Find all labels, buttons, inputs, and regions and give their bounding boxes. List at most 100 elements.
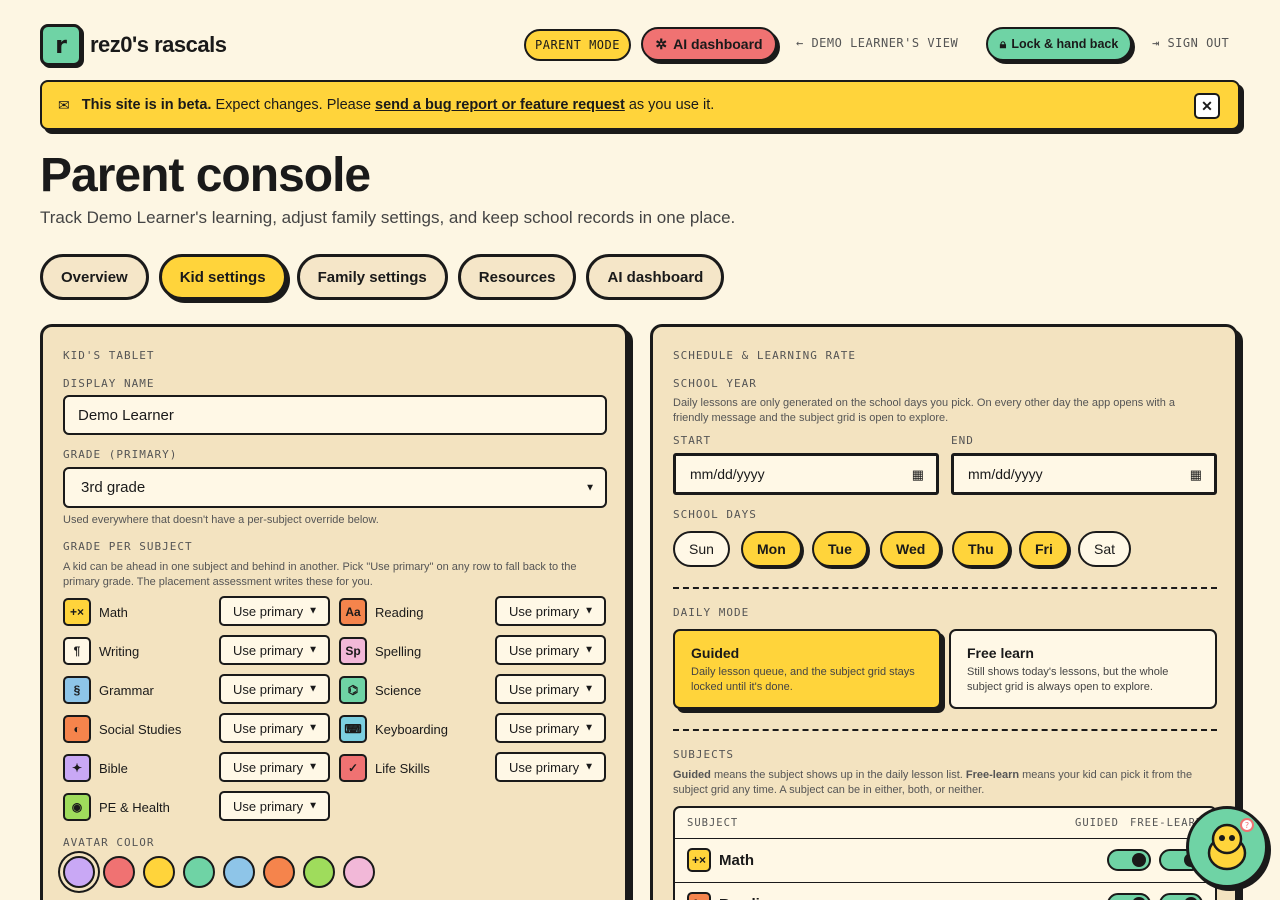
lock-hand-back-button[interactable]: 🔒︎ Lock & hand back bbox=[986, 27, 1132, 61]
beta-banner: ✉ This site is in beta. Expect changes. … bbox=[40, 80, 1240, 130]
daily-mode-label: DAILY MODE bbox=[673, 606, 750, 619]
calendar-icon[interactable]: ▦ bbox=[912, 467, 924, 483]
day-toggle-wed[interactable]: Wed bbox=[880, 531, 942, 567]
avatar-color-swatch[interactable] bbox=[343, 856, 375, 888]
start-label: START bbox=[673, 434, 712, 447]
avatar-color-swatch[interactable] bbox=[103, 856, 135, 888]
subject-grade-select[interactable]: Use primary ▼ bbox=[495, 596, 606, 626]
bug-report-link[interactable]: send a bug report or feature request bbox=[375, 97, 625, 113]
subject-icon: ◐ bbox=[63, 715, 91, 743]
subject-column-header: SUBJECT bbox=[687, 817, 739, 829]
subject-grade-select[interactable]: Use primary ▼ bbox=[219, 635, 330, 665]
subject-grade-row: +× Math bbox=[63, 597, 128, 627]
start-date-input[interactable]: mm/dd/yyyy ▦ bbox=[673, 453, 939, 495]
subject-grade-value: Use primary bbox=[509, 720, 580, 736]
mode-title: Guided bbox=[691, 645, 740, 661]
mode-description: Still shows today's lessons, but the who… bbox=[967, 666, 1169, 693]
subject-name: Spelling bbox=[375, 643, 422, 659]
mode-card-guided[interactable]: Guided Daily lesson queue, and the subjec… bbox=[673, 629, 941, 709]
learner-view-link[interactable]: ← DEMO LEARNER'S VIEW bbox=[796, 36, 958, 50]
sign-out-link[interactable]: ⇥ SIGN OUT bbox=[1152, 36, 1229, 50]
subject-name: PE & Health bbox=[99, 799, 170, 815]
guided-column-header: GUIDED bbox=[1075, 817, 1119, 829]
tab-resources[interactable]: Resources bbox=[457, 254, 577, 300]
subject-name: Life Skills bbox=[375, 760, 430, 776]
subject-name: Math bbox=[99, 604, 128, 620]
chevron-down-icon: ▼ bbox=[584, 722, 594, 734]
grade-select[interactable]: 3rd grade ▼ bbox=[63, 467, 607, 508]
avatar-color-swatch[interactable] bbox=[303, 856, 335, 888]
day-toggle-thu[interactable]: Thu bbox=[952, 531, 1010, 567]
close-icon[interactable]: ✕ bbox=[1194, 93, 1220, 119]
avatar-color-swatch[interactable] bbox=[183, 856, 215, 888]
school-year-help: Daily lessons are only generated on the … bbox=[673, 397, 1176, 424]
ai-dashboard-button[interactable]: ✲ AI dashboard bbox=[641, 27, 777, 61]
subject-icon: Aa bbox=[687, 892, 711, 900]
subject-grade-value: Use primary bbox=[509, 681, 580, 697]
subject-grade-select[interactable]: Use primary ▼ bbox=[219, 713, 330, 743]
avatar-color-swatch[interactable] bbox=[63, 856, 95, 888]
guided-term: Guided bbox=[673, 769, 711, 781]
subject-grade-select[interactable]: Use primary ▼ bbox=[219, 674, 330, 704]
avatar-color-swatch[interactable] bbox=[263, 856, 295, 888]
tab-family-settings[interactable]: Family settings bbox=[296, 254, 448, 300]
subject-name: Reading bbox=[375, 604, 424, 620]
avatar-color-swatch[interactable] bbox=[223, 856, 255, 888]
section-title: KID'S TABLET bbox=[63, 349, 155, 362]
subject-grade-select[interactable]: Use primary ▼ bbox=[219, 791, 330, 821]
chevron-down-icon: ▼ bbox=[584, 683, 594, 695]
day-toggle-tue[interactable]: Tue bbox=[812, 531, 868, 567]
subject-name: Writing bbox=[99, 643, 140, 659]
subject-grade-select[interactable]: Use primary ▼ bbox=[495, 713, 606, 743]
display-name-label: DISPLAY NAME bbox=[63, 377, 155, 390]
mascot-helper-button[interactable]: ? bbox=[1186, 806, 1268, 888]
chevron-down-icon: ▼ bbox=[308, 644, 318, 656]
day-toggle-sun[interactable]: Sun bbox=[673, 531, 730, 567]
subjects-table: SUBJECT GUIDED FREE-LEARN +×MathAaReadin… bbox=[673, 806, 1217, 900]
brand-name[interactable]: rez0's rascals bbox=[90, 32, 227, 58]
subject-grade-value: Use primary bbox=[233, 798, 304, 814]
grade-label: GRADE (PRIMARY) bbox=[63, 448, 178, 461]
beta-bold: This site is in beta. bbox=[81, 97, 212, 113]
day-toggle-sat[interactable]: Sat bbox=[1078, 531, 1132, 567]
subject-icon: ✓ bbox=[339, 754, 367, 782]
day-toggle-mon[interactable]: Mon bbox=[741, 531, 802, 567]
free-learn-toggle[interactable] bbox=[1159, 893, 1203, 900]
tab-overview[interactable]: Overview bbox=[40, 254, 149, 300]
subject-grade-select[interactable]: Use primary ▼ bbox=[219, 596, 330, 626]
guided-toggle[interactable] bbox=[1107, 849, 1151, 871]
day-toggle-fri[interactable]: Fri bbox=[1019, 531, 1069, 567]
mode-card-free-learn[interactable]: Free learn Still shows today's lessons, b… bbox=[949, 629, 1217, 709]
page-title: Parent console bbox=[40, 149, 371, 202]
guided-toggle[interactable] bbox=[1107, 893, 1151, 900]
chevron-down-icon: ▼ bbox=[308, 722, 318, 734]
per-subject-help: A kid can be ahead in one subject and be… bbox=[63, 561, 577, 588]
subject-grade-select[interactable]: Use primary ▼ bbox=[495, 635, 606, 665]
avatar-color-label: AVATAR COLOR bbox=[63, 836, 155, 849]
subject-grade-select[interactable]: Use primary ▼ bbox=[495, 674, 606, 704]
subject-icon: +× bbox=[63, 598, 91, 626]
subject-grade-select[interactable]: Use primary ▼ bbox=[219, 752, 330, 782]
sparkle-icon: ✲ bbox=[655, 35, 668, 52]
logo-icon[interactable]: r bbox=[40, 24, 82, 66]
subject-grade-value: Use primary bbox=[233, 759, 304, 775]
mode-title: Free learn bbox=[967, 645, 1034, 661]
end-label: END bbox=[951, 434, 974, 447]
subject-grade-row: ⌬ Science bbox=[339, 675, 421, 705]
subject-name: Math bbox=[719, 852, 754, 869]
avatar-color-swatch[interactable] bbox=[143, 856, 175, 888]
ai-dashboard-label: AI dashboard bbox=[673, 36, 763, 52]
subject-icon: ◉ bbox=[63, 793, 91, 821]
chevron-down-icon: ▼ bbox=[308, 605, 318, 617]
subject-name: Grammar bbox=[99, 682, 154, 698]
subject-icon: ⌨ bbox=[339, 715, 367, 743]
display-name-input[interactable]: Demo Learner bbox=[63, 395, 607, 435]
end-date-input[interactable]: mm/dd/yyyy ▦ bbox=[951, 453, 1217, 495]
subject-grade-select[interactable]: Use primary ▼ bbox=[495, 752, 606, 782]
calendar-icon[interactable]: ▦ bbox=[1190, 467, 1202, 483]
subject-grade-row: ⌨ Keyboarding bbox=[339, 714, 448, 744]
tab-kid-settings[interactable]: Kid settings bbox=[158, 254, 287, 300]
subject-grade-value: Use primary bbox=[233, 720, 304, 736]
subject-grade-value: Use primary bbox=[233, 681, 304, 697]
tab-ai-dashboard[interactable]: AI dashboard bbox=[586, 254, 725, 300]
